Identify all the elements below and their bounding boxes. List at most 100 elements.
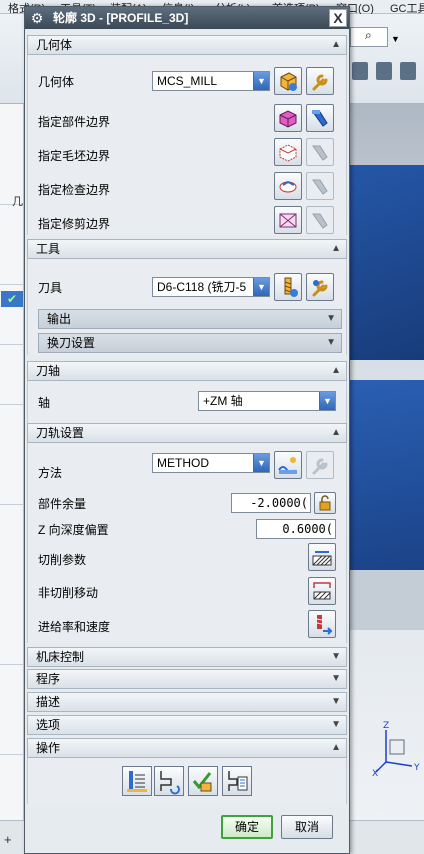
flashlight-icon [312, 145, 328, 161]
section-path-settings-body: 方法 METHOD ▼ 部件余量 -2.0000( Z 向深度偏置 0.6000… [27, 443, 347, 643]
generate-button[interactable] [122, 766, 152, 796]
dialog-title: 轮廓 3D - [PROFILE_3D] [53, 11, 189, 25]
wrench-icon [312, 458, 328, 475]
method-select[interactable]: METHOD ▼ [152, 453, 270, 473]
verify-button[interactable] [188, 766, 218, 796]
edit-tool-button[interactable] [306, 273, 334, 301]
new-geometry-button[interactable] [274, 67, 302, 95]
chevron-down-icon[interactable]: ▼ [253, 72, 269, 90]
list-button[interactable] [222, 766, 252, 796]
edit-geometry-button[interactable] [306, 67, 334, 95]
replay-button[interactable] [154, 766, 184, 796]
toolbar-search-box[interactable]: ⌕ [350, 27, 388, 47]
display-part-boundary-button[interactable] [306, 104, 334, 132]
check-boundary-icon [279, 180, 297, 193]
section-geometry-body: 几何体 MCS_MILL ▼ 指定部件边界 指定毛坯边界 指定检查边界 指定修剪… [27, 55, 347, 235]
section-title: 程序 [36, 672, 61, 686]
method-label: 方法 [38, 466, 63, 480]
display-blank-boundary-button[interactable] [306, 138, 334, 166]
svg-text:Z: Z [383, 721, 389, 731]
chevron-down-icon: ▼ [331, 673, 341, 684]
specify-check-boundary-button[interactable] [274, 172, 302, 200]
tool-select[interactable]: D6-C118 (铣刀-5 ▼ [152, 277, 270, 297]
verify-icon [192, 772, 212, 792]
dialog-titlebar[interactable]: ⚙ 轮廓 3D - [PROFILE_3D] X [25, 7, 349, 29]
tool-new-icon [284, 277, 298, 297]
plus-icon: + [4, 832, 12, 847]
search-icon: ⌕ [365, 28, 372, 42]
chevron-up-icon: ▲ [331, 39, 341, 50]
section-title: 刀轴 [36, 364, 61, 378]
subsection-title: 输出 [47, 312, 72, 326]
section-tool-header[interactable]: 工具 ▲ [27, 239, 347, 259]
chevron-down-icon: ▼ [331, 696, 341, 707]
chevron-down-icon[interactable]: ▼ [253, 278, 269, 296]
geometry-new-icon [280, 72, 297, 91]
tool-change-subsection-header[interactable]: 换刀设置 ▼ [38, 333, 342, 353]
section-path-settings-header[interactable]: 刀轨设置 ▲ [27, 423, 347, 443]
model-solid[interactable] [345, 570, 424, 630]
display-trim-boundary-button[interactable] [306, 206, 334, 234]
section-actions-header[interactable]: 操作 ▲ [27, 738, 347, 758]
specify-trim-boundary-button[interactable] [274, 206, 302, 234]
section-tool-body: 刀具 D6-C118 (铣刀-5 ▼ 输出 ▼ 换刀设置 ▼ [27, 259, 347, 355]
non-cutting-moves-label: 非切削移动 [38, 586, 99, 600]
section-machine-control-header[interactable]: 机床控制 ▼ [27, 647, 347, 667]
profile-3d-dialog: ⚙ 轮廓 3D - [PROFILE_3D] X 几何体 ▲ 几何体 MCS_M… [24, 6, 350, 854]
part-boundary-label: 指定部件边界 [38, 115, 111, 129]
section-program-header[interactable]: 程序 ▼ [27, 669, 347, 689]
gear-icon: ⚙ [30, 10, 44, 26]
specify-part-boundary-button[interactable] [274, 104, 302, 132]
section-options-header[interactable]: 选项 ▼ [27, 715, 347, 735]
z-depth-offset-input[interactable]: 0.6000( [256, 519, 336, 539]
feeds-speeds-label: 进给率和速度 [38, 620, 111, 634]
wrench-icon [312, 280, 328, 297]
section-title: 刀轨设置 [36, 426, 85, 440]
chevron-down-icon: ▼ [326, 313, 336, 324]
section-tool-axis-body: 轴 +ZM 轴 ▼ [27, 381, 347, 425]
output-subsection-header[interactable]: 输出 ▼ [38, 309, 342, 329]
tool-label: 刀具 [38, 281, 63, 295]
non-cutting-moves-button[interactable] [308, 577, 336, 605]
toolbar-tool-icon[interactable] [376, 62, 392, 80]
display-check-boundary-button[interactable] [306, 172, 334, 200]
axis-select[interactable]: +ZM 轴 ▼ [198, 391, 336, 411]
svg-text:X: X [372, 769, 378, 778]
chevron-down-icon: ▼ [331, 651, 341, 662]
edit-method-button[interactable] [306, 451, 334, 479]
subsection-title: 换刀设置 [47, 336, 96, 350]
chevron-down-icon[interactable]: ▼ [391, 34, 400, 44]
new-method-button[interactable] [274, 451, 302, 479]
part-boundary-icon [279, 110, 297, 128]
flashlight-icon [312, 213, 328, 229]
section-title: 选项 [36, 718, 61, 732]
specify-blank-boundary-button[interactable] [274, 138, 302, 166]
model-solid[interactable] [345, 380, 424, 570]
generate-icon [127, 771, 147, 792]
toolbar-tool-icon[interactable] [400, 62, 416, 80]
new-tool-button[interactable] [274, 273, 302, 301]
list-icon [228, 771, 248, 791]
chevron-up-icon: ▲ [331, 742, 341, 753]
lock-icon [319, 495, 331, 511]
feeds-speeds-button[interactable] [308, 610, 336, 638]
geometry-select[interactable]: MCS_MILL ▼ [152, 71, 270, 91]
section-tool-axis-header[interactable]: 刀轴 ▲ [27, 361, 347, 381]
part-stock-input[interactable]: -2.0000( [231, 493, 311, 513]
cut-parameters-button[interactable] [308, 543, 336, 571]
toolbar-tool-icon[interactable] [352, 62, 368, 80]
close-button[interactable]: X [329, 9, 347, 27]
model-solid[interactable] [345, 165, 424, 360]
chevron-down-icon[interactable]: ▼ [253, 454, 269, 472]
chevron-down-icon[interactable]: ▼ [319, 392, 335, 410]
section-geometry-header[interactable]: 几何体 ▲ [27, 35, 347, 55]
stock-lock-button[interactable] [314, 492, 336, 514]
section-title: 几何体 [36, 38, 73, 52]
section-description-header[interactable]: 描述 ▼ [27, 692, 347, 712]
chevron-down-icon: ▼ [326, 337, 336, 348]
svg-text:Y: Y [413, 763, 420, 773]
section-title: 操作 [36, 741, 61, 755]
ok-button[interactable]: 确定 [221, 815, 273, 839]
navigator-panel [0, 104, 24, 854]
cancel-button[interactable]: 取消 [281, 815, 333, 839]
